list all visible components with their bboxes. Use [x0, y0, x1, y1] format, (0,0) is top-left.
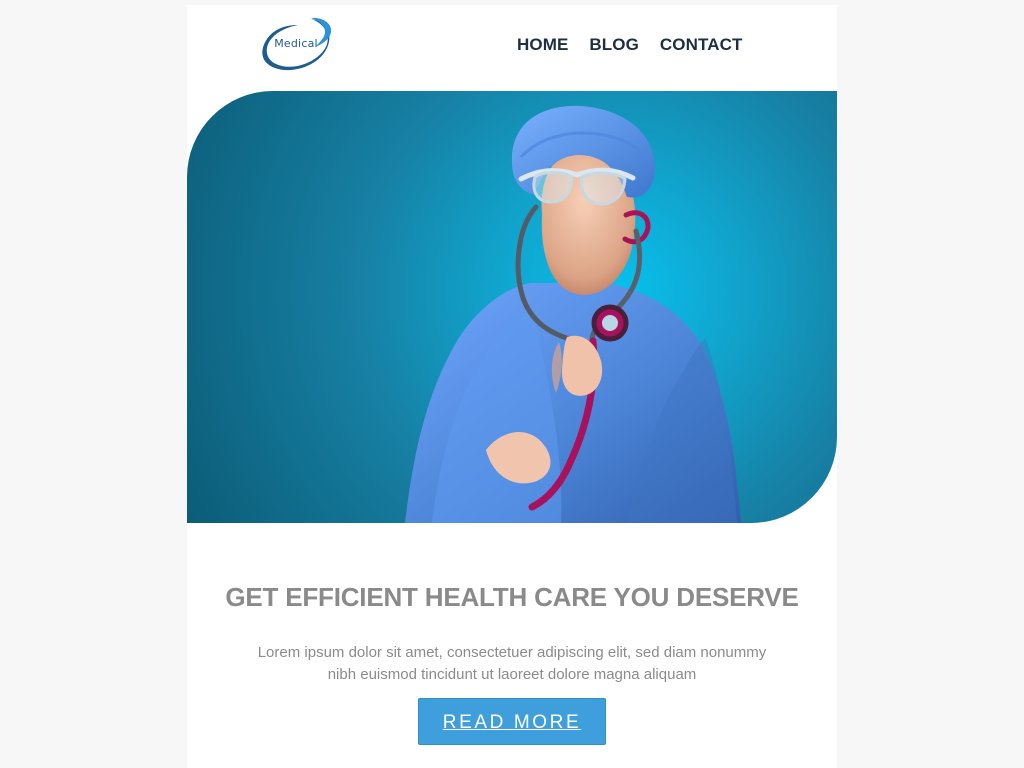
doctor-with-stethoscope-image	[405, 105, 741, 523]
nav-contact-link[interactable]: CONTACT	[660, 35, 743, 55]
promo-content: GET EFFICIENT HEALTH CARE YOU DESERVE Lo…	[187, 523, 837, 768]
nav-home-link[interactable]: HOME	[517, 35, 568, 55]
main-navigation: HOME BLOG CONTACT	[517, 35, 742, 55]
site-header: Medical HOME BLOG CONTACT	[187, 5, 837, 91]
logo-text: Medical	[274, 37, 318, 50]
promo-headline: GET EFFICIENT HEALTH CARE YOU DESERVE	[225, 582, 799, 613]
promo-description: Lorem ipsum dolor sit amet, consectetuer…	[257, 644, 767, 683]
nav-blog-link[interactable]: BLOG	[589, 35, 639, 55]
medical-logo[interactable]: Medical	[257, 17, 335, 73]
email-template-panel: Medical HOME BLOG CONTACT GET EFFICIENT …	[187, 5, 837, 768]
hero-image-section	[187, 91, 837, 523]
read-more-button[interactable]: READ MORE	[418, 698, 606, 745]
stethoscope-diaphragm	[602, 315, 618, 331]
